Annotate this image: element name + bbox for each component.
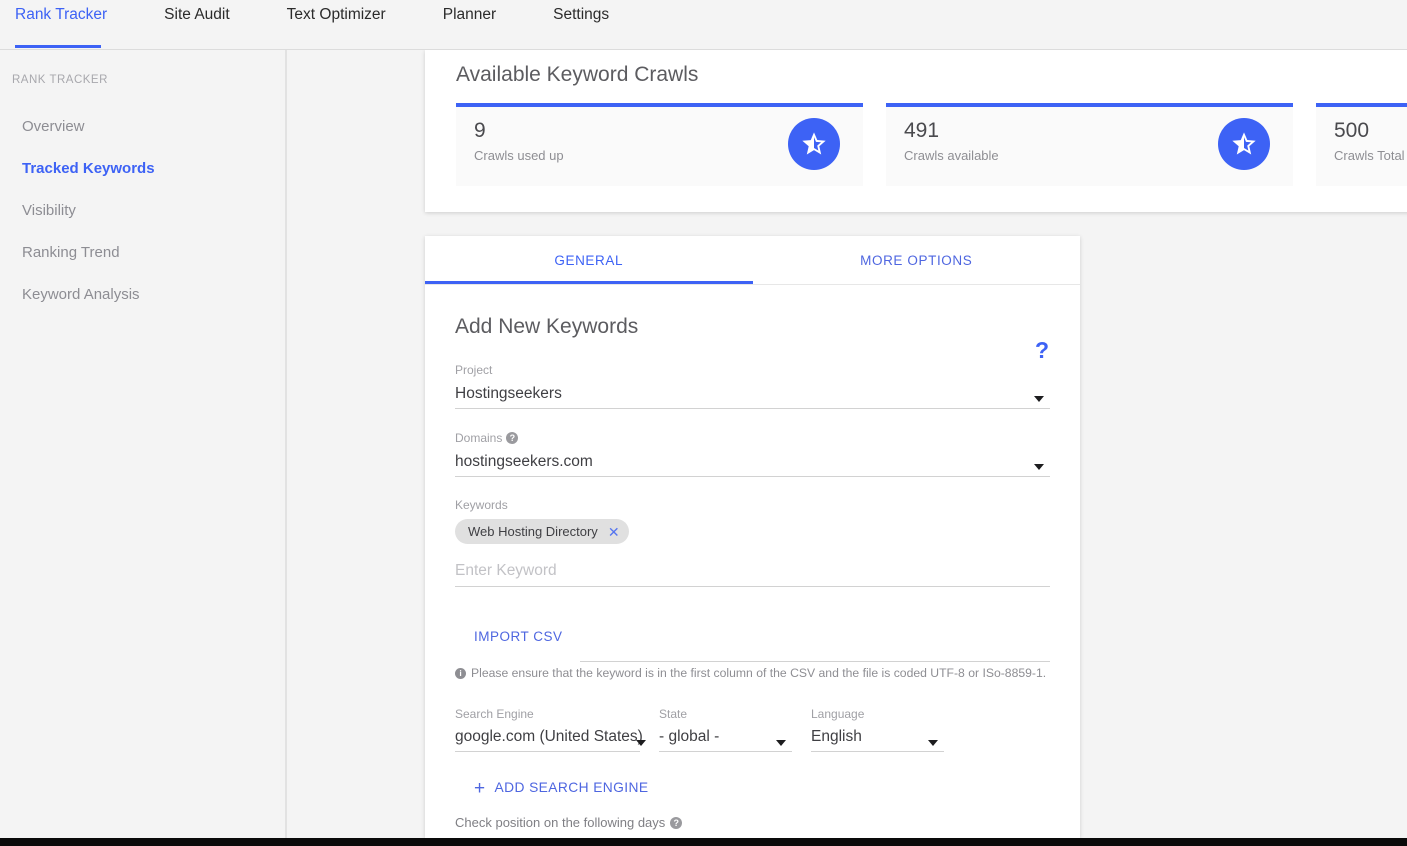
info-icon: i	[455, 667, 466, 679]
project-label-text: Project	[455, 363, 493, 377]
add-keywords-card: GENERAL MORE OPTIONS Add New Keywords ? …	[425, 236, 1080, 838]
chevron-down-icon[interactable]	[776, 740, 786, 746]
stat-value: 500	[1334, 119, 1370, 142]
keyword-chip[interactable]: Web Hosting Directory ✕	[455, 519, 629, 544]
stat-card-crawls-used: 9 Crawls used up	[456, 103, 863, 186]
state-field[interactable]: State - global -	[659, 706, 792, 752]
language-label: Language	[811, 707, 865, 721]
state-value: - global -	[659, 728, 720, 745]
tab-text-optimizer[interactable]: Text Optimizer	[287, 0, 386, 25]
project-field[interactable]: Project Hostingseekers	[455, 362, 1050, 409]
stat-value: 491	[904, 119, 940, 142]
chevron-down-icon[interactable]	[636, 740, 646, 746]
help-icon[interactable]: ?	[506, 432, 519, 444]
language-value: English	[811, 728, 862, 745]
keyword-chip-label: Web Hosting Directory	[468, 524, 598, 539]
sidebar-item-visibility[interactable]: Visibility	[0, 190, 285, 232]
tab-site-audit[interactable]: Site Audit	[164, 0, 230, 25]
stat-card-crawls-available: 491 Crawls available	[886, 103, 1293, 186]
stat-card-crawls-total: 500 Crawls Total	[1316, 103, 1407, 186]
search-engine-field[interactable]: Search Engine google.com (United States)	[455, 706, 646, 752]
form-body: Add New Keywords ? Project Hostingseeker…	[425, 313, 1080, 832]
search-engine-value: google.com (United States)	[455, 728, 643, 745]
star-half-icon	[788, 118, 840, 170]
import-csv-underline	[580, 661, 1050, 662]
sidebar-menu: Overview Tracked Keywords Visibility Ran…	[0, 106, 285, 316]
import-csv-note-text: Please ensure that the keyword is in the…	[471, 666, 1047, 680]
search-engine-select[interactable]: google.com (United States)	[455, 722, 646, 752]
plus-icon: +	[474, 777, 486, 799]
chevron-down-icon[interactable]	[1034, 464, 1044, 470]
close-icon[interactable]: ✕	[608, 525, 620, 539]
horizontal-scrollbar[interactable]	[0, 838, 1407, 846]
form-active-tab-indicator	[425, 281, 753, 284]
domains-value: hostingseekers.com	[455, 453, 593, 470]
tab-settings[interactable]: Settings	[553, 0, 609, 25]
sidebar-item-tracked-keywords[interactable]: Tracked Keywords	[0, 148, 285, 190]
state-select[interactable]: - global -	[659, 722, 792, 752]
top-nav-items: Rank Tracker Site Audit Text Optimizer P…	[0, 0, 1407, 49]
project-select[interactable]: Hostingseekers	[455, 378, 1050, 409]
help-icon[interactable]: ?	[670, 817, 683, 829]
domains-label-text: Domains	[455, 431, 503, 445]
domains-select[interactable]: hostingseekers.com	[455, 446, 1050, 477]
chevron-down-icon[interactable]	[1034, 396, 1044, 402]
domains-label: Domains ?	[455, 430, 1050, 446]
tab-planner[interactable]: Planner	[443, 0, 496, 25]
star-half-icon	[1218, 118, 1270, 170]
sidebar-item-ranking-trend[interactable]: Ranking Trend	[0, 232, 285, 274]
sidebar: RANK TRACKER Overview Tracked Keywords V…	[0, 50, 286, 838]
top-navigation-bar: Rank Tracker Site Audit Text Optimizer P…	[0, 0, 1407, 50]
stat-label: Crawls used up	[474, 148, 564, 163]
stat-label: Crawls available	[904, 148, 999, 163]
add-search-engine-label: ADD SEARCH ENGINE	[494, 780, 649, 795]
import-csv-row: IMPORT CSV	[455, 628, 1050, 662]
state-label: State	[659, 707, 688, 721]
tab-general[interactable]: GENERAL	[425, 236, 753, 284]
keywords-label: Keywords	[455, 497, 1050, 513]
domains-field[interactable]: Domains ? hostingseekers.com	[455, 430, 1050, 477]
sidebar-item-keyword-analysis[interactable]: Keyword Analysis	[0, 274, 285, 316]
keywords-label-text: Keywords	[455, 498, 508, 512]
add-search-engine-button[interactable]: + ADD SEARCH ENGINE	[474, 778, 1080, 798]
crawls-card-title: Available Keyword Crawls	[456, 63, 699, 86]
import-csv-note: i Please ensure that the keyword is in t…	[455, 665, 1080, 681]
import-csv-button[interactable]: IMPORT CSV	[474, 628, 563, 646]
page-title: Add New Keywords	[455, 315, 639, 338]
check-position-days-row: Check position on the following days ?	[455, 814, 1080, 832]
sidebar-section-heading: RANK TRACKER	[12, 74, 108, 86]
search-engine-row: Search Engine google.com (United States)…	[455, 706, 1080, 752]
tab-more-options[interactable]: MORE OPTIONS	[753, 236, 1081, 284]
available-crawls-card: Available Keyword Crawls 9 Crawls used u…	[425, 50, 1407, 212]
language-select[interactable]: English	[811, 722, 944, 752]
chevron-down-icon[interactable]	[928, 740, 938, 746]
active-tab-indicator	[15, 45, 101, 48]
project-value: Hostingseekers	[455, 385, 562, 402]
stat-value: 9	[474, 119, 486, 142]
check-position-days-label: Check position on the following days	[455, 815, 666, 830]
sidebar-item-overview[interactable]: Overview	[0, 106, 285, 148]
keywords-field: Keywords Web Hosting Directory ✕ Enter K…	[455, 497, 1050, 587]
tab-rank-tracker[interactable]: Rank Tracker	[15, 0, 107, 25]
main-content: Available Keyword Crawls 9 Crawls used u…	[287, 50, 1407, 838]
help-icon[interactable]: ?	[1035, 337, 1049, 363]
project-label: Project	[455, 362, 1050, 378]
stat-label: Crawls Total	[1334, 148, 1405, 163]
keyword-input[interactable]: Enter Keyword	[455, 556, 1050, 587]
crawl-stats-row: 9 Crawls used up 491 Crawls available 50…	[456, 103, 1407, 186]
form-tabs: GENERAL MORE OPTIONS	[425, 236, 1080, 285]
search-engine-label: Search Engine	[455, 707, 534, 721]
language-field[interactable]: Language English	[811, 706, 944, 752]
